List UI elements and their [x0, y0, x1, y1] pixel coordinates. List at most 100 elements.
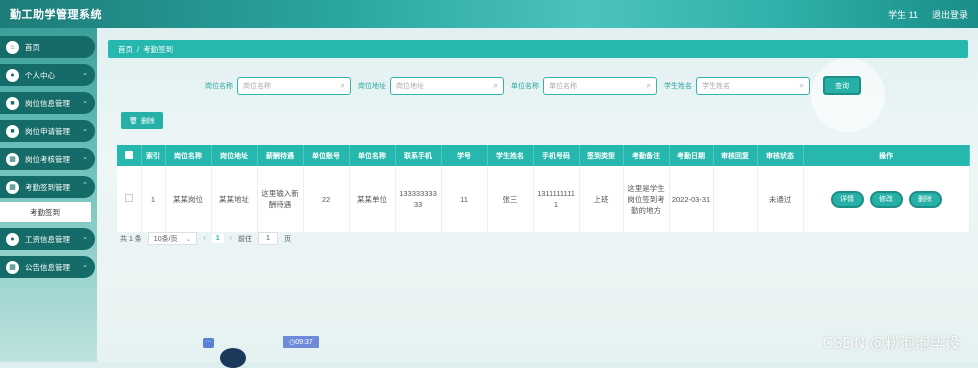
- cell-remark: 这里是学生岗位签到考勤的地方: [623, 166, 670, 232]
- chevron-down-icon: ⌄: [82, 234, 88, 241]
- sidebar-item-attendance[interactable]: ▦ 考勤签到管理 ⌃: [0, 176, 95, 198]
- table-header: 岗位名称: [165, 145, 212, 166]
- total-count: 共 1 条: [120, 235, 142, 243]
- page-suffix: 页: [284, 235, 291, 243]
- home-icon: ⌂: [6, 40, 19, 54]
- post-name-input[interactable]: 岗位名称 ⌕: [237, 76, 351, 95]
- cell-sign-type: 上班: [579, 166, 624, 232]
- select-all-checkbox[interactable]: [124, 150, 133, 159]
- cell-salary: 这里输入新酬待遇: [257, 166, 304, 232]
- page-size-select[interactable]: 10条/页 ⌄: [147, 232, 198, 245]
- user-icon: ●: [6, 68, 19, 82]
- search-icon: ⌕: [646, 80, 651, 90]
- sidebar-item-home[interactable]: ⌂ 首页: [0, 36, 95, 58]
- row-checkbox[interactable]: [124, 193, 133, 202]
- sidebar-subitem-attendance-signin[interactable]: 考勤签到: [0, 202, 91, 222]
- chat-icon: ···: [203, 338, 214, 348]
- sidebar-item-salary[interactable]: ● 工资信息管理 ⌄: [0, 228, 95, 250]
- chevron-down-icon: ⌄: [82, 262, 88, 269]
- post-address-input[interactable]: 岗位地址 ⌕: [390, 76, 504, 95]
- next-page-icon[interactable]: ›: [230, 235, 232, 242]
- cell-review-status: 未通过: [757, 166, 804, 232]
- table-header: 薪酬待遇: [257, 145, 304, 166]
- logout-link[interactable]: 退出登录: [932, 8, 968, 21]
- detail-button[interactable]: 详情: [830, 190, 864, 208]
- sidebar-item-post-info[interactable]: ■ 岗位信息管理 ⌄: [0, 92, 95, 114]
- filter-student-name: 学生姓名 学生姓名 ⌕: [664, 76, 810, 95]
- breadcrumb-current: 考勤签到: [143, 44, 174, 54]
- table-header: 索引: [141, 145, 166, 166]
- search-button[interactable]: 查询: [823, 76, 861, 95]
- cell-student-name: 张三: [487, 166, 534, 232]
- filter-bar: 岗位名称 岗位名称 ⌕ 岗位地址 岗位地址 ⌕ 单位名称 单位名称 ⌕ 学生姓名…: [205, 76, 861, 95]
- sidebar-item-label: 考勤签到管理: [25, 182, 70, 192]
- row-select-cell[interactable]: [117, 166, 142, 232]
- user-icon: ●: [6, 232, 19, 246]
- table-header: 学生姓名: [487, 145, 534, 166]
- attendance-table: 索引 岗位名称 岗位地址 薪酬待遇 单位账号 单位名称 联系手机 学号 学生姓名…: [117, 145, 970, 232]
- batch-delete-label: 删除: [140, 117, 155, 125]
- goto-label: 前往: [238, 235, 252, 243]
- table-header: 考勤日期: [669, 145, 714, 166]
- table-header-row: 索引 岗位名称 岗位地址 薪酬待遇 单位账号 单位名称 联系手机 学号 学生姓名…: [117, 145, 970, 166]
- filter-label: 单位名称: [511, 82, 539, 90]
- top-header: 勤工助学管理系统 学生 11 退出登录: [0, 0, 978, 28]
- cell-contact-phone: 13333333333: [395, 166, 442, 232]
- top-right: 学生 11 退出登录: [888, 8, 968, 21]
- filter-label: 岗位名称: [205, 82, 233, 90]
- cell-post-address: 某某地址: [211, 166, 258, 232]
- cell-mobile: 13111111111: [533, 166, 580, 232]
- unit-name-input[interactable]: 单位名称 ⌕: [543, 76, 657, 95]
- search-icon: ⌕: [493, 80, 498, 90]
- table-header: 审核状态: [757, 145, 804, 166]
- sidebar-item-label: 岗位申请管理: [25, 126, 70, 136]
- sidebar-item-label: 岗位考核管理: [25, 154, 70, 164]
- select-all-header[interactable]: [117, 145, 142, 166]
- sidebar-item-notice[interactable]: ▦ 公告信息管理 ⌄: [0, 256, 95, 278]
- sidebar-item-personal-center[interactable]: ● 个人中心 ⌄: [0, 64, 95, 86]
- app-title: 勤工助学管理系统: [10, 9, 102, 21]
- grid-icon: ▦: [6, 152, 19, 166]
- current-page[interactable]: 1: [211, 234, 224, 243]
- filter-unit-name: 单位名称 单位名称 ⌕: [511, 76, 657, 95]
- sidebar-item-post-application[interactable]: ■ 岗位申请管理 ⌄: [0, 120, 95, 142]
- sidebar-item-label: 工资信息管理: [25, 234, 70, 244]
- breadcrumb-separator: /: [137, 44, 140, 54]
- placeholder: 岗位名称: [243, 82, 271, 90]
- cell-review-reply: [713, 166, 758, 232]
- clock-badge: ◷ 09:37: [283, 336, 319, 348]
- breadcrumb-home[interactable]: 首页: [118, 44, 133, 55]
- breadcrumb: 首页 / 考勤签到: [108, 40, 968, 58]
- decorative-figure: [220, 348, 246, 368]
- table-header: 学号: [441, 145, 488, 166]
- table-header: 签到类型: [579, 145, 624, 166]
- filter-label: 学生姓名: [664, 82, 692, 90]
- cell-unit-name: 某某单位: [349, 166, 396, 232]
- trash-icon: 🗑: [129, 117, 138, 125]
- sidebar-item-post-assessment[interactable]: ▦ 岗位考核管理 ⌄: [0, 148, 95, 170]
- doc-icon: ■: [6, 96, 19, 110]
- table-header: 手机号码: [533, 145, 580, 166]
- table-header: 操作: [803, 145, 970, 166]
- filter-label: 岗位地址: [358, 82, 386, 90]
- table-header: 考勤备注: [623, 145, 670, 166]
- batch-delete-button[interactable]: 🗑 删除: [121, 112, 163, 129]
- cell-actions: 详情 修改 删除: [803, 166, 970, 232]
- current-user[interactable]: 学生 11: [888, 8, 918, 21]
- student-name-input[interactable]: 学生姓名 ⌕: [696, 76, 810, 95]
- edit-button[interactable]: 修改: [869, 190, 903, 208]
- table-row: 1 某某岗位 某某地址 这里输入新酬待遇 22 某某单位 13333333333…: [117, 166, 970, 232]
- chevron-down-icon: ⌄: [82, 126, 88, 133]
- goto-page-input[interactable]: 1: [258, 232, 278, 245]
- table-header: 联系手机: [395, 145, 442, 166]
- cell-post-name: 某某岗位: [165, 166, 212, 232]
- delete-button[interactable]: 删除: [908, 190, 942, 208]
- chevron-down-icon: ⌄: [82, 98, 88, 105]
- chevron-down-icon: ⌄: [82, 70, 88, 77]
- prev-page-icon[interactable]: ‹: [203, 235, 205, 242]
- cell-date: 2022-03-31: [669, 166, 714, 232]
- filter-post-name: 岗位名称 岗位名称 ⌕: [205, 76, 351, 95]
- filter-post-address: 岗位地址 岗位地址 ⌕: [358, 76, 504, 95]
- table-header: 单位账号: [303, 145, 350, 166]
- pagination: 共 1 条 10条/页 ⌄ ‹ 1 › 前往 1 页: [120, 232, 291, 245]
